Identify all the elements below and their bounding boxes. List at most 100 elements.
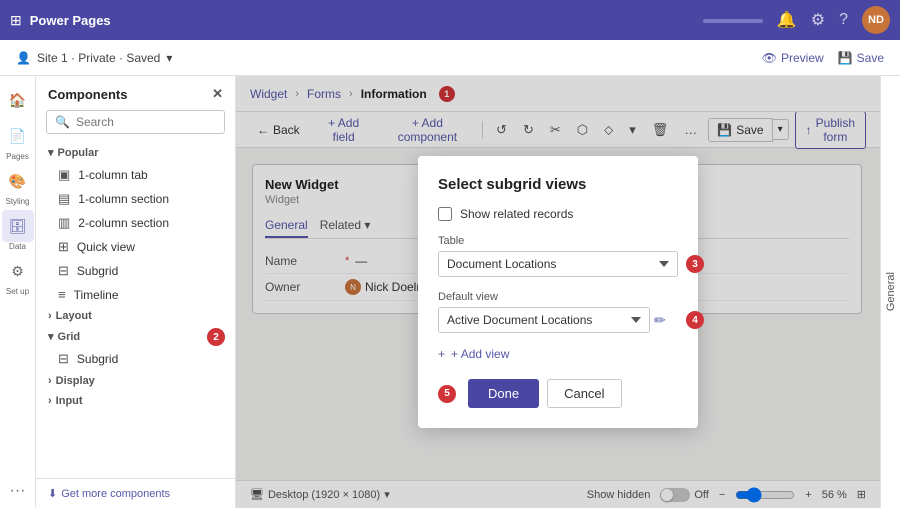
left-sidebar: 🏠 📄 Pages 🎨 Styling 🗄 Data ⚙ Set up ··· xyxy=(0,76,36,508)
save-header-button[interactable]: 💾 Save xyxy=(838,51,884,65)
modal-container: Select subgrid views Show related record… xyxy=(418,156,698,428)
2col-section-label: 2-column section xyxy=(78,216,169,230)
modal: Select subgrid views Show related record… xyxy=(418,156,698,428)
1col-tab-icon: ▣ xyxy=(58,167,70,183)
top-bar: ⊞ Power Pages 🔔 ⚙ ? ND xyxy=(0,0,900,40)
avatar[interactable]: ND xyxy=(862,6,890,34)
timeline-icon: ≡ xyxy=(58,287,66,302)
quick-view-label: Quick view xyxy=(77,240,135,254)
sidebar-item-data-group: 🗄 Data xyxy=(2,210,34,251)
subgrid-popular-label: Subgrid xyxy=(77,264,118,278)
chevron-right-input-icon: › xyxy=(48,395,52,407)
default-view-select-row: Active Document Locations ✏ 4 xyxy=(438,307,678,333)
category-layout[interactable]: › Layout xyxy=(36,306,235,326)
component-2col-section[interactable]: ▥ 2-column section xyxy=(36,211,235,235)
category-grid-label: Grid xyxy=(58,331,81,343)
sidebar-item-pages-group: 📄 Pages xyxy=(2,120,34,161)
canvas-area: Widget › Forms › Information 1 ← Back + … xyxy=(236,76,880,508)
table-label: Table xyxy=(438,235,678,247)
cancel-button[interactable]: Cancel xyxy=(547,379,621,408)
save-header-label: Save xyxy=(857,51,884,65)
components-list: ▾ Popular ▣ 1-column tab ▤ 1-column sect… xyxy=(36,142,235,478)
preview-icon: 👁 xyxy=(762,51,777,65)
table-select[interactable]: Document Locations xyxy=(438,251,678,277)
component-quick-view[interactable]: ⊞ Quick view xyxy=(36,235,235,259)
chevron-down-icon: ▾ xyxy=(48,146,54,159)
app-title: Power Pages xyxy=(30,13,111,28)
preview-label: Preview xyxy=(781,51,824,65)
component-timeline[interactable]: ≡ Timeline xyxy=(36,283,235,306)
default-view-label: Default view xyxy=(438,291,678,303)
edit-view-button[interactable]: ✏ xyxy=(654,312,666,329)
sidebar-item-data[interactable]: 🗄 xyxy=(2,210,34,242)
chevron-down-grid-icon: ▾ xyxy=(48,330,54,343)
component-subgrid-grid[interactable]: ⊟ Subgrid xyxy=(36,347,235,371)
environment-block xyxy=(703,17,763,23)
main-layout: 🏠 📄 Pages 🎨 Styling 🗄 Data ⚙ Set up ··· … xyxy=(0,76,900,508)
timeline-label: Timeline xyxy=(74,288,119,302)
quick-view-icon: ⊞ xyxy=(58,239,69,255)
show-related-row: Show related records xyxy=(438,207,678,221)
sidebar-item-styling-group: 🎨 Styling xyxy=(2,165,34,206)
env-bar xyxy=(703,19,763,23)
site-info: 👤 Site 1 · Private · Saved ▾ xyxy=(16,51,172,65)
preview-button[interactable]: 👁 Preview xyxy=(762,51,824,65)
right-handle-label: General xyxy=(885,272,897,311)
components-title: Components xyxy=(48,87,127,102)
default-view-select[interactable]: Active Document Locations xyxy=(438,307,650,333)
components-close-icon[interactable]: ✕ xyxy=(212,86,223,102)
bell-icon[interactable]: 🔔 xyxy=(777,10,797,30)
help-icon[interactable]: ? xyxy=(839,11,848,29)
site-chevron-icon[interactable]: ▾ xyxy=(166,51,172,65)
sidebar-item-pages[interactable]: 📄 xyxy=(2,120,34,152)
subgrid-grid-label: Subgrid xyxy=(77,352,118,366)
sidebar-pages-label: Pages xyxy=(6,152,29,161)
second-bar-actions: 👁 Preview 💾 Save xyxy=(762,51,884,65)
category-display[interactable]: › Display xyxy=(36,371,235,391)
sidebar-more[interactable]: ··· xyxy=(10,482,26,500)
right-panel-handle[interactable]: General xyxy=(880,76,900,508)
done-button[interactable]: Done xyxy=(468,379,539,408)
category-input[interactable]: › Input xyxy=(36,391,235,411)
second-bar: 👤 Site 1 · Private · Saved ▾ 👁 Preview 💾… xyxy=(0,40,900,76)
component-1col-section[interactable]: ▤ 1-column section xyxy=(36,187,235,211)
category-grid[interactable]: ▾ Grid 2 xyxy=(36,326,235,347)
add-view-row[interactable]: + + Add view xyxy=(438,347,678,361)
chevron-right-layout-icon: › xyxy=(48,310,52,322)
settings-icon[interactable]: ⚙ xyxy=(811,10,825,30)
show-related-checkbox[interactable] xyxy=(438,207,452,221)
component-1col-tab[interactable]: ▣ 1-column tab xyxy=(36,163,235,187)
sidebar-styling-label: Styling xyxy=(5,197,29,206)
get-more-components[interactable]: ⬇ Get more components xyxy=(36,478,235,508)
1col-tab-label: 1-column tab xyxy=(78,168,147,182)
category-popular-label: Popular xyxy=(58,147,99,159)
sidebar-item-setup[interactable]: ⚙ xyxy=(2,255,34,287)
component-subgrid-popular[interactable]: ⊟ Subgrid xyxy=(36,259,235,283)
chevron-right-display-icon: › xyxy=(48,375,52,387)
1col-section-icon: ▤ xyxy=(58,191,70,207)
sidebar-item-styling[interactable]: 🎨 xyxy=(2,165,34,197)
modal-actions: 5 Done Cancel xyxy=(438,379,678,408)
category-popular[interactable]: ▾ Popular xyxy=(36,142,235,163)
save-icon: 💾 xyxy=(838,51,853,65)
grid-icon[interactable]: ⊞ xyxy=(10,12,22,29)
components-search[interactable]: 🔍 xyxy=(46,110,225,134)
subgrid-popular-icon: ⊟ xyxy=(58,263,69,279)
subgrid-grid-icon: ⊟ xyxy=(58,351,69,367)
site-person-icon: 👤 xyxy=(16,51,31,65)
site-label: Site 1 · Private · Saved xyxy=(37,51,160,65)
download-icon: ⬇ xyxy=(48,487,57,500)
badge-3: 3 xyxy=(686,255,704,273)
badge-4: 4 xyxy=(686,311,704,329)
table-select-row: Document Locations 3 xyxy=(438,251,678,277)
sidebar-item-home[interactable]: 🏠 xyxy=(2,84,34,116)
badge-5: 5 xyxy=(438,385,456,403)
search-input[interactable] xyxy=(76,115,216,129)
top-bar-right: 🔔 ⚙ ? ND xyxy=(703,6,890,34)
category-display-label: Display xyxy=(56,375,95,387)
add-view-label: + Add view xyxy=(451,347,509,361)
grid-badge: 2 xyxy=(207,328,225,346)
sidebar-setup-label: Set up xyxy=(6,287,29,296)
add-view-plus-icon: + xyxy=(438,347,445,361)
components-header: Components ✕ xyxy=(36,76,235,110)
